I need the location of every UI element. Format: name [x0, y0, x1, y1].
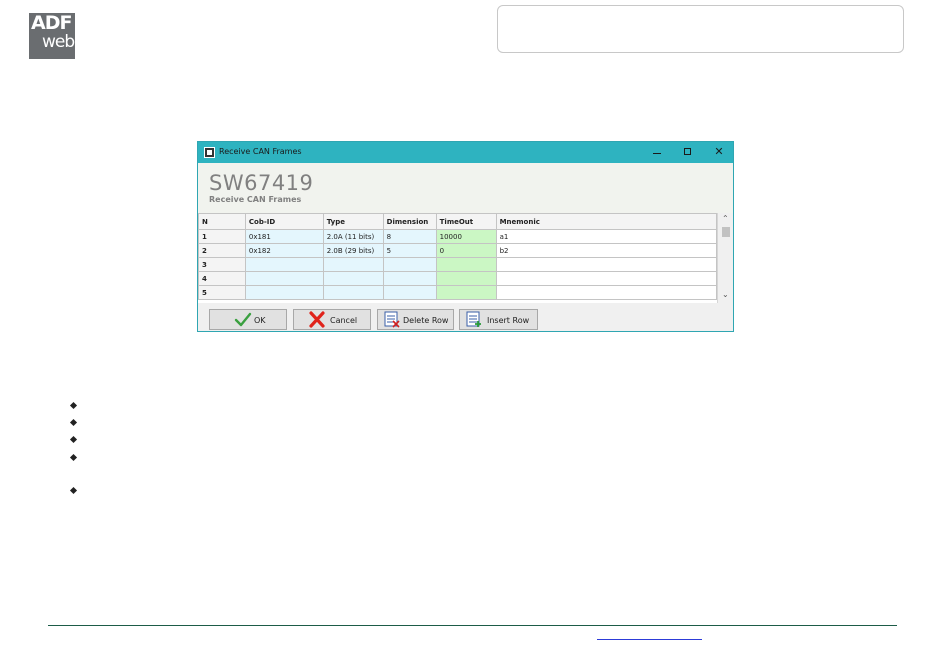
frames-grid: N Cob-ID Type Dimension TimeOut Mnemonic… — [198, 213, 717, 303]
receive-can-frames-window: Receive CAN Frames ✕ SW67419 Receive CAN… — [197, 141, 734, 332]
cob-id-cell[interactable]: 0x182 — [244, 243, 324, 258]
header-type: Type — [322, 213, 384, 230]
product-subtitle: Receive CAN Frames — [209, 195, 302, 204]
header-n: N — [198, 213, 246, 230]
bullet-icon — [70, 419, 78, 427]
dimension-cell[interactable] — [382, 271, 437, 286]
scroll-up-icon[interactable]: ⌃ — [722, 214, 729, 223]
maximize-icon[interactable] — [680, 144, 696, 160]
app-icon — [204, 147, 215, 158]
scroll-thumb[interactable] — [722, 227, 730, 237]
delete-row-icon — [384, 311, 400, 328]
bullet-icon — [70, 436, 78, 444]
table-row[interactable]: 2 0x182 2.0B (29 bits) 5 0 b2 — [198, 243, 717, 258]
cob-id-cell[interactable] — [244, 271, 324, 286]
timeout-cell[interactable] — [435, 285, 497, 300]
row-number: 1 — [198, 229, 246, 244]
bullet-icon — [70, 454, 78, 462]
logo-text-adf: ADF — [31, 12, 72, 34]
dimension-cell[interactable] — [382, 285, 437, 300]
table-header-row: N Cob-ID Type Dimension TimeOut Mnemonic — [198, 213, 717, 230]
mnemonic-cell[interactable] — [495, 271, 717, 286]
dialog-heading: SW67419 Receive CAN Frames — [198, 163, 733, 213]
minimize-icon[interactable] — [649, 144, 665, 160]
scroll-down-icon[interactable]: ⌄ — [722, 290, 729, 299]
insert-row-label: Insert Row — [487, 316, 530, 325]
delete-row-button[interactable]: Delete Row — [377, 309, 454, 330]
row-number: 5 — [198, 285, 246, 300]
type-cell[interactable] — [322, 257, 384, 272]
adfweb-logo: ADF web — [29, 12, 75, 59]
header-mnemonic: Mnemonic — [495, 213, 717, 230]
cob-id-cell[interactable]: 0x181 — [244, 229, 324, 244]
dimension-cell[interactable]: 8 — [382, 229, 437, 244]
mnemonic-cell[interactable]: b2 — [495, 243, 717, 258]
footer-rule — [48, 625, 897, 626]
red-x-icon — [309, 311, 325, 328]
timeout-cell[interactable] — [435, 257, 497, 272]
table-row[interactable]: 4 — [198, 271, 717, 286]
logo-text-web: web — [42, 32, 75, 52]
table-row[interactable]: 1 0x181 2.0A (11 bits) 8 10000 a1 — [198, 229, 717, 244]
footer-link-underline[interactable] — [597, 639, 702, 640]
grid-scrollbar[interactable]: ⌃ ⌄ — [717, 213, 733, 303]
row-number: 3 — [198, 257, 246, 272]
delete-row-label: Delete Row — [403, 316, 449, 325]
insert-row-icon — [466, 311, 481, 327]
table-row[interactable]: 5 — [198, 285, 717, 300]
mnemonic-cell[interactable] — [495, 257, 717, 272]
timeout-cell[interactable]: 0 — [435, 243, 497, 258]
type-cell[interactable]: 2.0B (29 bits) — [322, 243, 384, 258]
cob-id-cell[interactable] — [244, 285, 324, 300]
mnemonic-cell[interactable] — [495, 285, 717, 300]
header-cob-id: Cob-ID — [244, 213, 324, 230]
type-cell[interactable] — [322, 285, 384, 300]
type-cell[interactable] — [322, 271, 384, 286]
timeout-cell[interactable] — [435, 271, 497, 286]
cancel-label: Cancel — [330, 316, 358, 325]
cancel-button[interactable]: Cancel — [293, 309, 371, 330]
header-dimension: Dimension — [382, 213, 437, 230]
dimension-cell[interactable] — [382, 257, 437, 272]
insert-row-button[interactable]: Insert Row — [459, 309, 538, 330]
bullet-icon — [70, 487, 78, 495]
bullet-icon — [70, 402, 78, 410]
header-box — [497, 5, 904, 53]
table-row[interactable]: 3 — [198, 257, 717, 272]
checkmark-icon — [234, 312, 252, 327]
ok-button[interactable]: OK — [209, 309, 287, 330]
row-number: 4 — [198, 271, 246, 286]
row-number: 2 — [198, 243, 246, 258]
cob-id-cell[interactable] — [244, 257, 324, 272]
header-timeout: TimeOut — [435, 213, 497, 230]
dimension-cell[interactable]: 5 — [382, 243, 437, 258]
window-title: Receive CAN Frames — [219, 147, 302, 156]
product-code: SW67419 — [209, 171, 314, 195]
ok-label: OK — [254, 316, 266, 325]
frames-table: N Cob-ID Type Dimension TimeOut Mnemonic… — [198, 213, 717, 300]
mnemonic-cell[interactable]: a1 — [495, 229, 717, 244]
timeout-cell[interactable]: 10000 — [435, 229, 497, 244]
window-titlebar[interactable]: Receive CAN Frames ✕ — [198, 142, 733, 163]
close-icon[interactable]: ✕ — [711, 144, 727, 160]
type-cell[interactable]: 2.0A (11 bits) — [322, 229, 384, 244]
